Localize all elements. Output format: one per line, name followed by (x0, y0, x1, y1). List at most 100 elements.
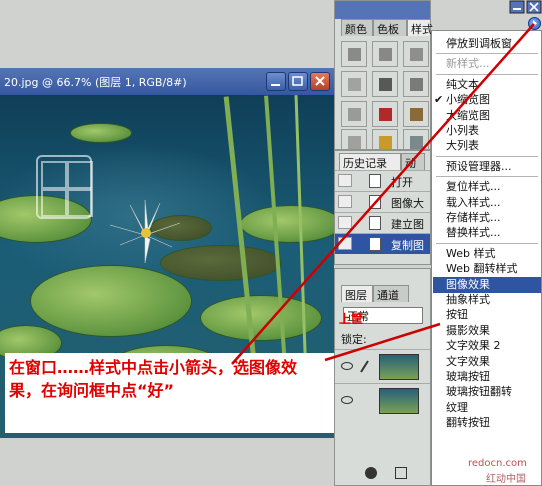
style-swatch-preview (379, 136, 392, 149)
style-swatch[interactable] (403, 71, 429, 97)
menu-item[interactable]: 小列表 (433, 123, 541, 139)
menu-item-label: 新样式... (446, 57, 490, 70)
menu-item-label: 图像效果 (446, 278, 490, 291)
menu-item[interactable]: 存储样式... (433, 210, 541, 226)
style-swatch[interactable] (403, 101, 429, 127)
menu-item-label: 抽象样式 (446, 293, 490, 306)
style-swatch-preview (348, 48, 361, 61)
menu-item-label: 玻璃按钮 (446, 370, 490, 383)
menu-separator (436, 176, 538, 177)
panel-menu-arrow-button[interactable] (528, 17, 541, 30)
tab-history[interactable]: 历史记录 (339, 153, 401, 170)
menu-item[interactable]: 预设管理器... (433, 159, 541, 175)
menu-item-label: 替换样式... (446, 226, 501, 239)
menu-item[interactable]: 纯文本 (433, 77, 541, 93)
menu-item[interactable]: 按钮 (433, 307, 541, 323)
menu-item[interactable]: Web 样式 (433, 246, 541, 262)
minimize-button[interactable] (266, 72, 286, 91)
menu-item-label: 存储样式... (446, 211, 501, 224)
history-item-selected[interactable]: 复制图 (335, 233, 430, 254)
history-item[interactable]: 建立图 (335, 212, 430, 233)
menu-item[interactable]: 玻璃按钮 (433, 369, 541, 385)
style-swatch[interactable] (372, 41, 398, 67)
styles-panel-menu[interactable]: 停放到调板窗新样式... 纯文本✔小缩览图大缩览图小列表大列表预设管理器... 复位… (431, 30, 542, 486)
menu-item-label: 文字效果 (446, 355, 490, 368)
style-swatch[interactable] (341, 71, 367, 97)
layer-row[interactable] (335, 349, 430, 383)
document-titlebar[interactable]: 20.jpg @ 66.7% (图层 1, RGB/8#) (0, 68, 334, 95)
menu-separator (436, 156, 538, 157)
menu-item-label: Web 样式 (446, 247, 495, 260)
watermark-url: redocn.com (468, 458, 527, 469)
menu-item-label: 按钮 (446, 308, 468, 321)
history-item[interactable]: 打开 (335, 170, 430, 191)
tab-layers[interactable]: 图层 (341, 285, 373, 302)
menu-item-label: 停放到调板窗 (446, 37, 512, 50)
maximize-button[interactable] (288, 72, 308, 91)
menu-item[interactable]: 停放到调板窗 (433, 36, 541, 52)
tab-channels[interactable]: 通道 (373, 285, 409, 302)
menu-item[interactable]: 文字效果 (433, 354, 541, 370)
history-panel[interactable]: 历史记录 动 打开 图像大 建立图 复制图 (334, 150, 431, 265)
snapshot-icon (338, 195, 352, 208)
styles-panel[interactable]: 颜色 色板 样式 (334, 0, 431, 150)
menu-separator (436, 53, 538, 54)
checkmark-icon: ✔ (434, 92, 443, 108)
history-item[interactable]: 图像大 (335, 191, 430, 212)
tab-color[interactable]: 颜色 (341, 19, 373, 36)
layer-effects-icon[interactable] (365, 467, 377, 479)
menu-item[interactable]: 摄影效果 (433, 323, 541, 339)
style-swatch-preview (348, 108, 361, 121)
tab-actions[interactable]: 动 (401, 153, 425, 170)
document-icon (369, 195, 381, 209)
snapshot-icon (338, 216, 352, 229)
style-swatch-preview (379, 48, 392, 61)
visibility-eye-icon[interactable] (341, 362, 353, 370)
menu-item[interactable]: 大缩览图 (433, 108, 541, 124)
style-swatch-preview (410, 108, 423, 121)
style-swatch[interactable] (372, 71, 398, 97)
close-icon (311, 73, 329, 90)
reed (295, 95, 308, 395)
style-swatch-preview (379, 78, 392, 91)
menu-item[interactable]: ✔小缩览图 (433, 92, 541, 108)
layers-panel[interactable]: 图层 通道 正常 锁定: (334, 268, 431, 486)
tab-styles[interactable]: 样式 (407, 19, 431, 36)
menu-item[interactable]: 复位样式... (433, 179, 541, 195)
snapshot-icon (338, 237, 352, 250)
menu-item: 新样式... (433, 56, 541, 72)
menu-item[interactable]: 图像效果 (433, 277, 541, 293)
tab-swatches[interactable]: 色板 (373, 19, 407, 36)
lotus-flower (100, 195, 190, 265)
menu-item[interactable]: 大列表 (433, 138, 541, 154)
menu-item-label: 大列表 (446, 139, 479, 152)
style-swatch[interactable] (372, 101, 398, 127)
style-swatch-preview (348, 136, 361, 149)
style-swatch[interactable] (341, 41, 367, 67)
red-handwritten-mark: 上筐 (339, 310, 363, 327)
menu-item[interactable]: 抽象样式 (433, 292, 541, 308)
menu-item[interactable]: 纹理 (433, 400, 541, 416)
styles-panel-header[interactable] (335, 1, 430, 19)
menu-item[interactable]: Web 翻转样式 (433, 261, 541, 277)
style-swatch[interactable] (341, 101, 367, 127)
history-item-label: 建立图 (391, 216, 424, 232)
lily-pad (30, 265, 192, 337)
tutorial-annotation-box: 在窗口……样式中点击小箭头，选图像效果，在询问框中点“好” (5, 353, 335, 433)
close-button[interactable] (310, 72, 330, 91)
menu-item[interactable]: 替换样式... (433, 225, 541, 241)
menu-separator (436, 243, 538, 244)
menu-item[interactable]: 文字效果 2 (433, 338, 541, 354)
visibility-eye-icon[interactable] (341, 396, 353, 404)
menu-item-label: 玻璃按钮翻转 (446, 385, 512, 398)
new-layer-icon[interactable] (395, 467, 407, 479)
menu-item[interactable]: 载入样式... (433, 195, 541, 211)
layer-row[interactable] (335, 383, 430, 417)
history-item-label: 图像大 (391, 195, 424, 211)
minimize-icon (267, 73, 285, 90)
menu-item[interactable]: 翻转按钮 (433, 415, 541, 431)
menu-item[interactable]: 玻璃按钮翻转 (433, 384, 541, 400)
layer-thumbnail (379, 388, 419, 414)
dock-window-buttons[interactable] (509, 0, 542, 14)
style-swatch[interactable] (403, 41, 429, 67)
